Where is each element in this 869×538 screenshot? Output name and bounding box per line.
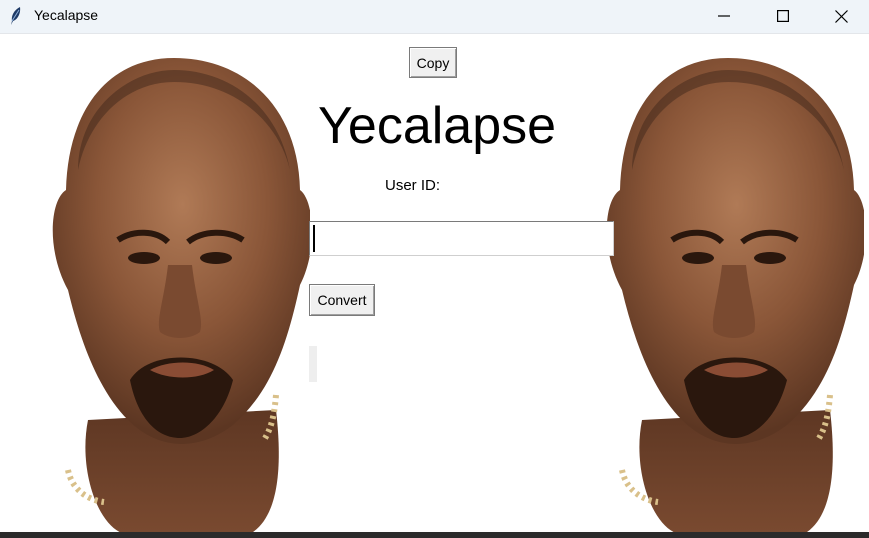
user-id-label: User ID: — [385, 177, 441, 194]
right-portrait-image — [606, 58, 864, 532]
app-window-content: Copy Yecalapse User ID: Convert — [0, 34, 869, 532]
maximize-icon — [777, 10, 789, 22]
copy-button[interactable]: Copy — [409, 47, 457, 78]
taskbar-edge — [0, 532, 869, 538]
convert-button[interactable]: Convert — [309, 284, 375, 316]
user-id-input[interactable] — [309, 221, 614, 256]
close-icon — [834, 9, 848, 23]
minimize-icon — [718, 15, 730, 17]
app-heading: Yecalapse — [318, 97, 557, 155]
maximize-button[interactable] — [754, 0, 812, 32]
result-label — [309, 346, 317, 382]
text-cursor — [313, 225, 315, 252]
close-button[interactable] — [812, 0, 869, 32]
window-title: Yecalapse — [34, 7, 99, 23]
title-bar[interactable]: Yecalapse — [0, 0, 869, 34]
left-portrait-image — [52, 58, 310, 532]
feather-icon — [8, 6, 24, 26]
minimize-button[interactable] — [695, 0, 753, 32]
